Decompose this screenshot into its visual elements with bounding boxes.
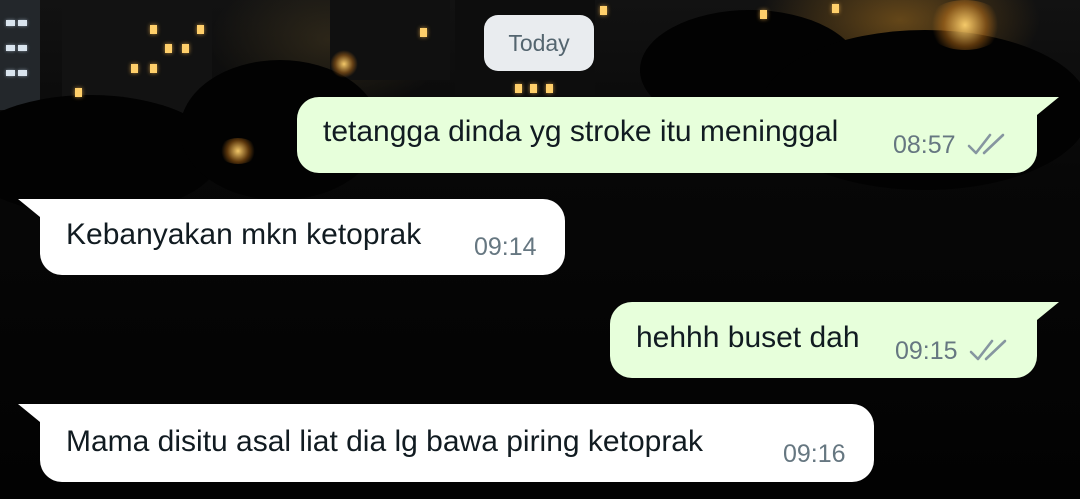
- bubble-tail: [1037, 302, 1059, 320]
- wallpaper-light: [925, 0, 1005, 50]
- bubble-tail: [1037, 97, 1059, 115]
- message-time: 08:57: [893, 131, 956, 159]
- wallpaper-light: [760, 10, 767, 19]
- wallpaper-light: [6, 70, 15, 76]
- wallpaper-light: [197, 25, 204, 34]
- wallpaper-light: [546, 84, 553, 93]
- incoming-message-bubble[interactable]: Mama disitu asal liat dia lg bawa piring…: [18, 404, 874, 482]
- message-text: hehhh buset dah: [636, 321, 860, 354]
- wallpaper-light: [832, 4, 839, 13]
- wallpaper-light: [150, 25, 157, 34]
- wallpaper-light: [18, 20, 27, 26]
- wallpaper-light: [600, 6, 607, 15]
- wallpaper-light: [515, 84, 522, 93]
- wallpaper-light: [18, 70, 27, 76]
- message-meta: 08:57: [893, 130, 1010, 160]
- wallpaper-light: [530, 84, 537, 93]
- outgoing-message-bubble[interactable]: tetangga dinda yg stroke itu meninggal 0…: [297, 97, 1059, 173]
- bubble-tail: [18, 199, 40, 217]
- wallpaper-light: [165, 44, 172, 53]
- double-check-icon: [967, 133, 1004, 155]
- wallpaper-building: [0, 0, 40, 110]
- wallpaper-light: [150, 64, 157, 73]
- message-text: Kebanyakan mkn ketoprak: [66, 218, 422, 251]
- message-meta: 09:16: [783, 439, 846, 469]
- message-meta: 09:15: [895, 336, 1012, 366]
- message-time: 09:16: [783, 440, 846, 468]
- outgoing-message-bubble[interactable]: hehhh buset dah 09:15: [610, 302, 1059, 378]
- incoming-message-bubble[interactable]: Kebanyakan mkn ketoprak 09:14: [18, 199, 565, 275]
- wallpaper-light: [182, 44, 189, 53]
- bubble-tail: [18, 404, 40, 422]
- double-check-icon: [969, 339, 1006, 361]
- wallpaper-light: [6, 20, 15, 26]
- message-text: Mama disitu asal liat dia lg bawa piring…: [66, 425, 703, 458]
- wallpaper-light: [218, 138, 258, 164]
- wallpaper-light: [6, 45, 15, 51]
- message-time: 09:15: [895, 337, 958, 365]
- message-meta: 09:14: [474, 232, 537, 262]
- date-separator: Today: [484, 15, 594, 71]
- wallpaper-light: [18, 45, 27, 51]
- wallpaper-light: [420, 28, 427, 37]
- message-time: 09:14: [474, 233, 537, 261]
- message-text: tetangga dinda yg stroke itu meninggal: [323, 115, 839, 148]
- wallpaper-light: [330, 50, 358, 78]
- wallpaper-light: [75, 88, 82, 97]
- wallpaper-light: [131, 64, 138, 73]
